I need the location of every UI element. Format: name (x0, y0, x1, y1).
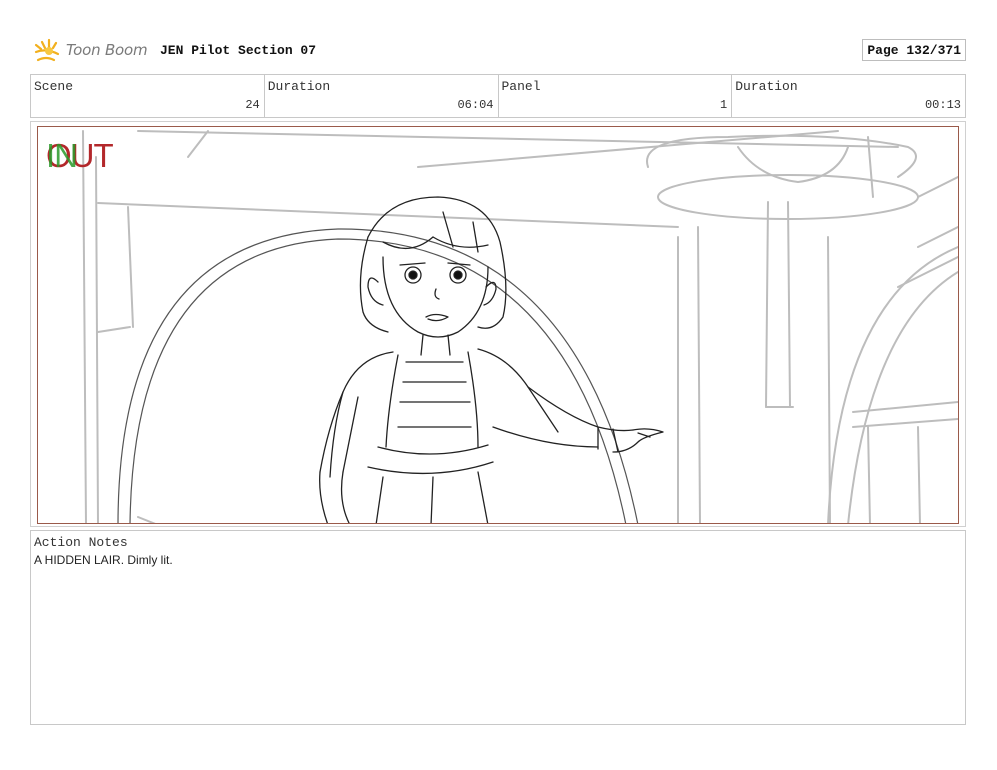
panel-duration-cell: Duration 00:13 (732, 75, 965, 117)
document-title: JEN Pilot Section 07 (160, 43, 317, 58)
panel-cell: Panel 1 (499, 75, 733, 117)
panel-value: 1 (720, 98, 728, 112)
panel-duration-label: Duration (735, 79, 798, 94)
in-marker: IN (46, 137, 78, 174)
scene-duration-label: Duration (267, 79, 331, 94)
page-header: Toon Boom JEN Pilot Section 07 Page 132/… (32, 36, 966, 66)
sun-logo-icon (34, 38, 60, 62)
page-indicator: Page 132/371 (862, 39, 966, 61)
info-row: Scene 24 Duration 06:04 Panel 1 Duration… (30, 74, 966, 118)
scene-label: Scene (34, 79, 74, 94)
action-notes-text: A HIDDEN LAIR. Dimly lit. (34, 553, 173, 567)
panel-duration-value: 00:13 (924, 98, 961, 112)
panel-frame: OUT IN (37, 126, 959, 524)
toon-boom-logo: Toon Boom (32, 36, 152, 66)
storyboard-panel: OUT IN (30, 121, 966, 527)
scene-value: 24 (245, 98, 260, 112)
scene-duration-cell: Duration 06:04 (265, 75, 499, 117)
panel-label: Panel (501, 79, 541, 94)
scene-duration-value: 06:04 (457, 98, 494, 112)
action-notes: Action Notes A HIDDEN LAIR. Dimly lit. (30, 530, 966, 725)
scene-cell: Scene 24 (31, 75, 265, 117)
action-notes-label: Action Notes (34, 535, 128, 550)
panel-sketch (82, 130, 958, 523)
brand-name: Toon Boom (66, 41, 148, 59)
